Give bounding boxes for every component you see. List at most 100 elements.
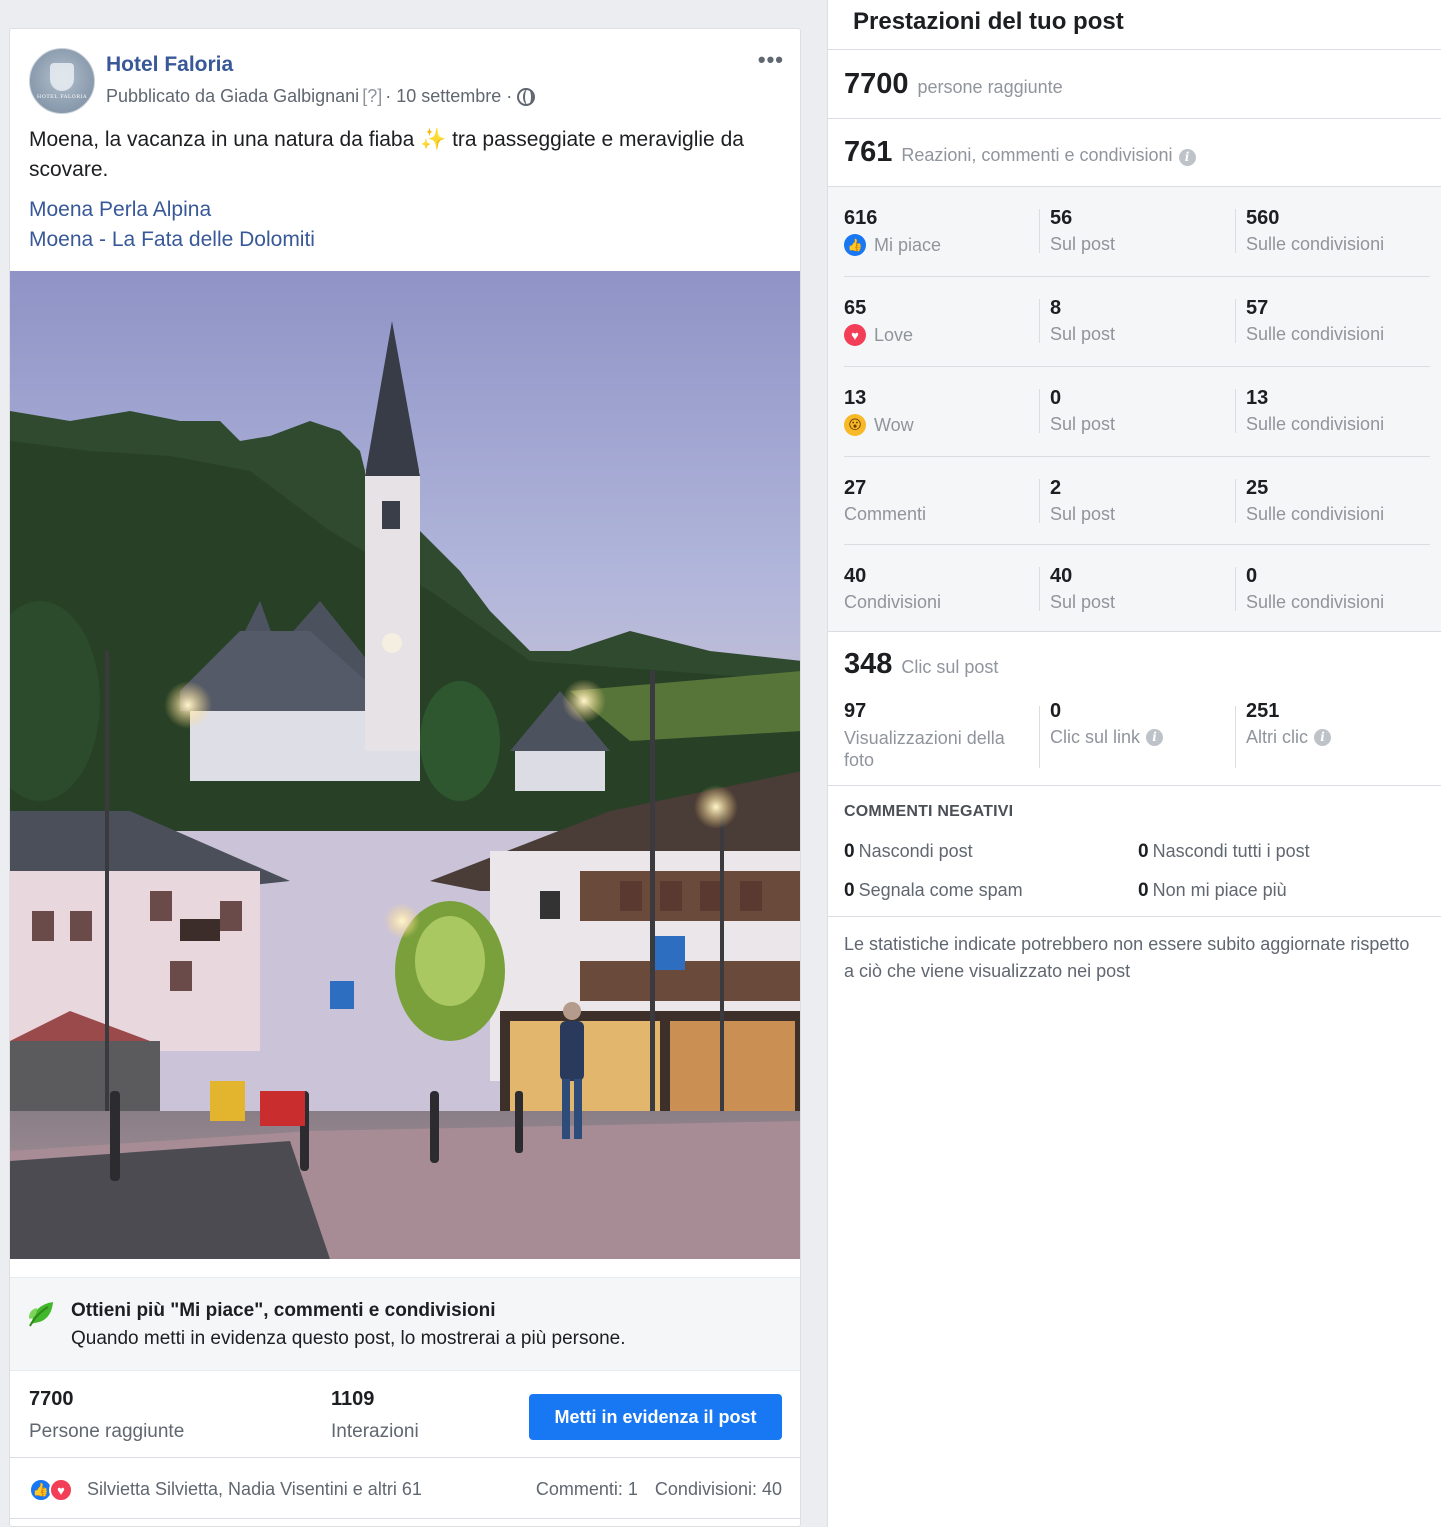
shares-count-link[interactable]: Condivisioni: 40 [655,1479,782,1499]
column-separator [1039,479,1040,523]
post-date[interactable]: 10 settembre [396,86,501,107]
info-icon[interactable]: i [1314,729,1331,746]
interactions-label: Interazioni [331,1421,419,1442]
divider [828,49,1441,50]
spam-label: Segnala come spam [858,880,1023,900]
total-value: 40 [844,565,867,587]
reaction-label: Love [874,324,914,345]
hashtag-link-1[interactable]: Moena Perla Alpina [29,195,315,225]
reaction-names[interactable]: Silvietta Silvietta, Nadia Visentini e a… [87,1479,422,1500]
wow-icon: 😮 [844,414,866,436]
hashtag-link-2[interactable]: Moena - La Fata delle Dolomiti [29,225,315,255]
divider [828,785,1441,786]
hide-all-stat: 0 Nascondi tutti i post [1138,841,1310,863]
link-clicks-label-wrap: Clic sul link i [1050,727,1164,748]
reaction-label: Mi piace [874,234,942,255]
on-shares-value: 57 [1246,297,1269,319]
reaction-icons[interactable]: 👍 ♥ [29,1478,73,1502]
published-by: Pubblicato da Giada Galbignani [106,86,360,106]
breakdown-row-shares: 40 Condivisioni 40 Sul post 0 Sulle cond… [844,545,1430,633]
cell-on-shares: 25 Sulle condivisioni [1246,477,1384,525]
on-post-label: Sul post [1050,414,1116,434]
other-clicks-label-wrap: Altri clic i [1246,727,1331,748]
hide-all-label: Nascondi tutti i post [1152,841,1310,861]
photo-views-label: Visualizzazioni della foto [844,728,1005,770]
hide-post-value: 0 [844,841,855,862]
page-avatar[interactable]: HOTEL FALORIA [29,48,95,114]
interactions-stat: 1109 Interazioni [331,1388,419,1443]
on-shares-label: Sulle condivisioni [1246,324,1385,344]
reach-value: 7700 [29,1388,74,1410]
clicks-summary: 348 Clic sul post [844,648,998,681]
cell-total: 40 Condivisioni [844,565,941,613]
on-post-value: 2 [1050,477,1062,499]
moena-village-photo [10,271,800,1259]
unlike-value: 0 [1138,880,1149,901]
post-stats-row: 7700 Persone raggiunte 1109 Interazioni … [10,1372,800,1458]
on-shares-label: Sulle condivisioni [1246,592,1385,612]
boost-promo: Ottieni più "Mi piace", commenti e condi… [10,1277,800,1371]
love-reaction-icon: ♥ [49,1478,73,1502]
photo-views-cell: 97 Visualizzazioni della foto [844,700,1029,771]
total-label: Condivisioni [844,592,942,612]
unlike-stat: 0 Non mi piace più [1138,880,1287,902]
column-separator [1235,567,1236,611]
clicks-summary-value: 348 [844,648,893,680]
reactions-row: 👍 ♥ Silvietta Silvietta, Nadia Visentini… [10,1459,800,1519]
cell-on-shares: 0 Sulle condivisioni [1246,565,1384,613]
on-shares-value: 25 [1246,477,1269,499]
on-shares-label: Sulle condivisioni [1246,504,1385,524]
globe-icon[interactable] [517,87,536,106]
cell-on-shares: 560 Sulle condivisioni [1246,207,1384,255]
divider [828,118,1441,119]
cell-total: 27 Commenti [844,477,926,525]
cell-on-shares: 57 Sulle condivisioni [1246,297,1384,345]
total-value: 65 [844,297,867,319]
interactions-value: 1109 [331,1388,375,1410]
total-label: ♥ Love [844,324,913,346]
byline-separator: · [385,86,392,106]
help-link[interactable]: [?] [362,86,382,107]
total-label: 😮 Wow [844,414,914,436]
page-name-link[interactable]: Hotel Faloria [106,53,233,77]
avatar-logo-text: HOTEL FALORIA [36,93,88,100]
column-separator [1039,389,1040,433]
on-post-label: Sul post [1050,592,1116,612]
cell-on-post: 40 Sul post [1050,565,1115,613]
more-options-icon[interactable]: ••• [758,47,784,73]
reaction-label: Wow [874,414,914,435]
insights-panel: Prestazioni del tuo post 7700 persone ra… [827,0,1441,1527]
on-shares-value: 560 [1246,207,1280,229]
info-icon[interactable]: i [1146,729,1164,746]
hide-post-stat: 0 Nascondi post [844,841,973,863]
column-separator [1039,209,1040,253]
post-photo[interactable] [10,271,800,1259]
boost-post-button[interactable]: Metti in evidenza il post [529,1394,782,1440]
breakdown-row-wow: 13 😮 Wow 0 Sul post 13 Sulle condivisioni [844,367,1430,457]
negative-feedback-title: COMMENTI NEGATIVI [844,803,1014,820]
other-clicks-cell: 251 Altri clic i [1246,700,1331,748]
total-label: 👍 Mi piace [844,234,941,256]
on-post-label: Sul post [1050,324,1116,344]
reach-label: Persone raggiunte [29,1421,185,1442]
other-clicks-label: Altri clic [1246,727,1308,747]
comments-count-link[interactable]: Commenti: 1 [536,1479,638,1499]
cell-total: 65 ♥ Love [844,297,913,346]
byline-separator-2: · [506,86,513,106]
on-post-value: 0 [1050,387,1062,409]
total-value: 27 [844,477,867,499]
cell-on-post: 0 Sul post [1050,387,1115,435]
cell-total: 13 😮 Wow [844,387,914,436]
cell-on-post: 8 Sul post [1050,297,1115,345]
stats-disclaimer: Le statistiche indicate potrebbero non e… [844,934,1410,981]
engagement-counts: Commenti: 1 Condivisioni: 40 [536,1479,782,1500]
column-separator [1235,299,1236,343]
info-icon[interactable]: i [1178,149,1196,166]
column-separator [1235,706,1236,768]
on-shares-label: Sulle condivisioni [1246,234,1385,254]
on-shares-value: 13 [1246,387,1269,409]
column-separator [1235,209,1236,253]
on-shares-label: Sulle condivisioni [1246,414,1385,434]
cell-on-post: 56 Sul post [1050,207,1115,255]
total-value: 13 [844,387,867,409]
